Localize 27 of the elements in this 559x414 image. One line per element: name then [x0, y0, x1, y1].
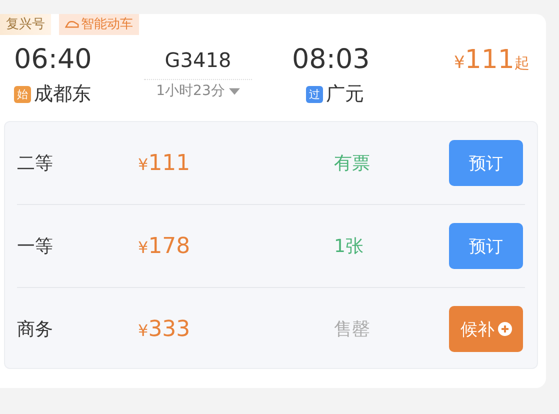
departure-time: 06:40 [14, 43, 93, 77]
train-tag: 智能动车 [59, 14, 139, 35]
book-button[interactable]: 预订 [449, 140, 523, 186]
seat-class: 商务 [17, 318, 54, 341]
pass-badge: 过 [306, 86, 323, 102]
seat-class: 二等 [17, 152, 54, 175]
waitlist-button[interactable]: 候补 [449, 306, 523, 352]
departure-station: 成都东 [34, 82, 91, 107]
train-card[interactable]: 复兴号 智能动车 06:40 始 成都东 G3418 1小时23分 08:03 过 广元 ¥111起 二等 ¥111 有票 预订 一等 ¥178 1张 预订 商务 ¥333 售罄 候补 [0, 14, 546, 388]
arrival-time: 08:03 [292, 43, 371, 77]
arrival-station: 广元 [326, 82, 364, 107]
train-number: G3418 [164, 47, 232, 74]
seat-price: ¥111 [138, 150, 192, 176]
duration-toggle[interactable]: 1小时23分 [156, 82, 240, 100]
lowest-price: ¥111起 [454, 44, 530, 77]
ticket-status: 售罄 [334, 318, 371, 341]
ticket-status: 有票 [334, 152, 371, 175]
seat-class: 一等 [17, 235, 54, 258]
train-icon [65, 21, 79, 28]
seat-price: ¥333 [138, 316, 192, 342]
seat-price: ¥178 [138, 234, 192, 258]
plus-icon [498, 322, 512, 336]
train-tag: 复兴号 [0, 14, 51, 35]
start-badge: 始 [14, 86, 31, 102]
ticket-status: 1张 [334, 235, 364, 258]
book-button[interactable]: 预订 [449, 223, 523, 269]
caret-icon [228, 88, 240, 94]
